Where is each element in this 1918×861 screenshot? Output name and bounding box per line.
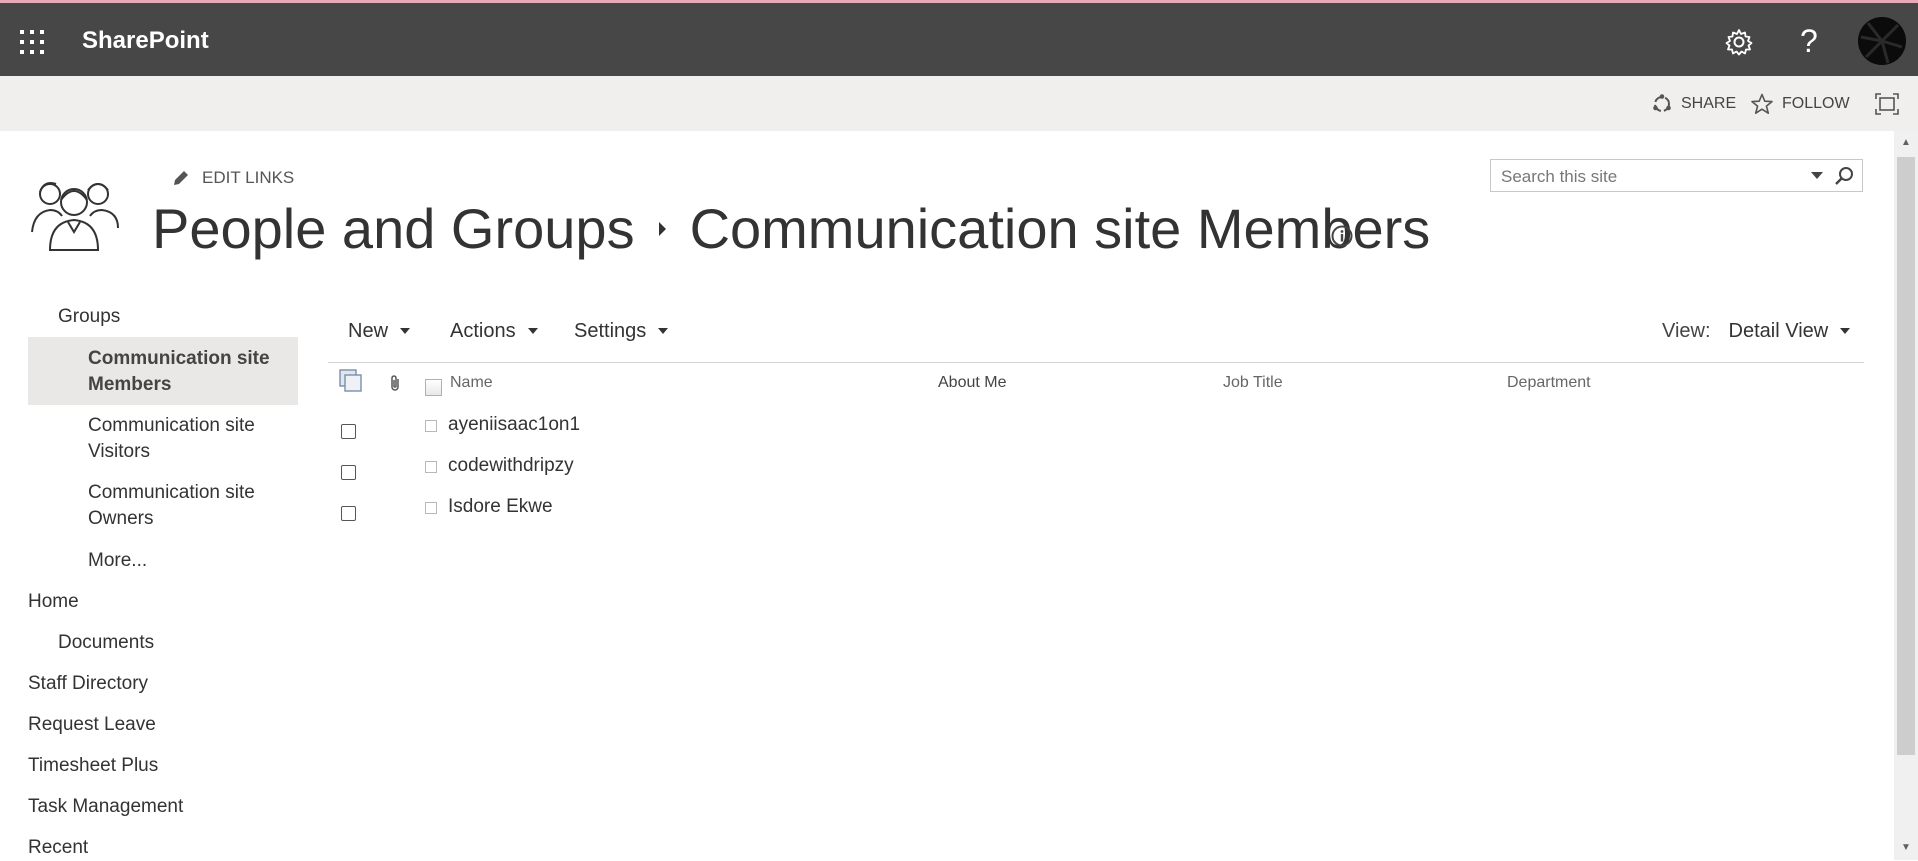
nav-groups-heading[interactable]: Groups xyxy=(58,304,120,330)
nav-group-owners[interactable]: Communication site Owners xyxy=(88,480,255,532)
nav-group-members[interactable]: Communication site Members xyxy=(88,346,270,398)
nav-group-owners-line2: Owners xyxy=(88,508,154,529)
row-checkbox[interactable] xyxy=(341,506,356,521)
column-header-department[interactable]: Department xyxy=(1507,374,1591,392)
view-value: Detail View xyxy=(1728,319,1829,342)
focus-button[interactable] xyxy=(1875,76,1907,131)
app-name[interactable]: SharePoint xyxy=(82,27,209,55)
edit-links-label: EDIT LINKS xyxy=(202,168,295,187)
focus-icon xyxy=(1875,92,1899,115)
view-selector[interactable]: View: Detail View xyxy=(1662,318,1851,344)
follow-label: FOLLOW xyxy=(1782,94,1850,112)
page-title: People and Groups Communication site Memb… xyxy=(152,196,1430,262)
row-name[interactable]: codewithdripzy xyxy=(448,455,574,477)
row-select-box[interactable] xyxy=(425,461,437,473)
ribbon-bar: SHARE FOLLOW xyxy=(0,76,1918,131)
nav-staff-directory[interactable]: Staff Directory xyxy=(28,671,148,697)
scrollbar-thumb[interactable] xyxy=(1897,157,1915,755)
nav-recent[interactable]: Recent xyxy=(28,835,88,861)
new-label: New xyxy=(348,319,389,342)
gear-icon[interactable] xyxy=(1724,27,1754,57)
row-select-box[interactable] xyxy=(425,502,437,514)
column-header-about-me[interactable]: About Me xyxy=(938,374,1006,392)
edit-links-button[interactable]: EDIT LINKS xyxy=(172,166,294,190)
share-icon xyxy=(1653,93,1671,112)
nav-group-members-line2: Members xyxy=(88,374,172,395)
nav-group-visitors-line1: Communication site xyxy=(88,415,255,436)
column-header-job-title[interactable]: Job Title xyxy=(1223,374,1283,392)
settings-menu-button[interactable]: Settings xyxy=(574,318,669,344)
help-icon[interactable]: ? xyxy=(1800,23,1818,60)
vertical-scrollbar[interactable]: ▲ ▼ xyxy=(1894,131,1918,860)
nav-group-members-line1: Communication site xyxy=(88,348,270,369)
search-icon[interactable] xyxy=(1830,164,1858,188)
chevron-down-icon xyxy=(527,328,538,334)
row-checkbox[interactable] xyxy=(341,465,356,480)
settings-label: Settings xyxy=(574,319,647,342)
row-select-box[interactable] xyxy=(425,420,437,432)
row-name[interactable]: ayeniisaac1on1 xyxy=(448,414,580,436)
waffle-icon[interactable] xyxy=(20,30,44,54)
new-menu-button[interactable]: New xyxy=(348,318,411,344)
nav-task-management[interactable]: Task Management xyxy=(28,794,183,820)
nav-group-owners-line1: Communication site xyxy=(88,482,255,503)
row-name[interactable]: Isdore Ekwe xyxy=(448,496,553,518)
search-input[interactable] xyxy=(1499,165,1803,189)
nav-group-visitors-line2: Visitors xyxy=(88,441,150,462)
share-label: SHARE xyxy=(1681,94,1737,112)
breadcrumb-root[interactable]: People and Groups xyxy=(152,197,635,260)
suite-bar: SharePoint ? xyxy=(0,0,1918,76)
nav-documents[interactable]: Documents xyxy=(58,630,154,656)
nav-home[interactable]: Home xyxy=(28,589,79,615)
actions-menu-button[interactable]: Actions xyxy=(450,318,538,344)
chevron-down-icon xyxy=(1840,328,1851,334)
scroll-down-icon[interactable]: ▼ xyxy=(1894,838,1918,858)
avatar[interactable] xyxy=(1858,17,1906,65)
star-icon xyxy=(1751,93,1773,114)
toolbar-divider xyxy=(328,362,1864,363)
chevron-down-icon xyxy=(658,328,669,334)
row-checkbox[interactable] xyxy=(341,424,356,439)
chevron-down-icon xyxy=(400,328,411,334)
share-button[interactable]: SHARE xyxy=(1651,76,1736,131)
breadcrumb-current: Communication site Members xyxy=(689,197,1431,260)
nav-group-visitors[interactable]: Communication site Visitors xyxy=(88,413,255,465)
view-prefix: View: xyxy=(1662,319,1711,342)
nav-request-leave[interactable]: Request Leave xyxy=(28,712,156,738)
nav-timesheet-plus[interactable]: Timesheet Plus xyxy=(28,753,158,779)
actions-label: Actions xyxy=(450,319,516,342)
site-logo[interactable] xyxy=(30,172,126,252)
attachment-icon xyxy=(387,374,403,392)
pencil-icon xyxy=(174,171,188,185)
follow-button[interactable]: FOLLOW xyxy=(1750,76,1850,131)
search-scope-dropdown-icon[interactable] xyxy=(1811,172,1823,179)
search-box xyxy=(1490,159,1863,192)
nav-more[interactable]: More... xyxy=(88,548,147,574)
scroll-up-icon[interactable]: ▲ xyxy=(1894,133,1918,153)
header-checkbox[interactable] xyxy=(425,379,442,396)
breadcrumb-separator-icon xyxy=(658,222,666,237)
column-header-name[interactable]: Name xyxy=(450,374,493,392)
info-icon[interactable] xyxy=(1330,224,1354,248)
select-all-icon[interactable] xyxy=(339,369,365,395)
